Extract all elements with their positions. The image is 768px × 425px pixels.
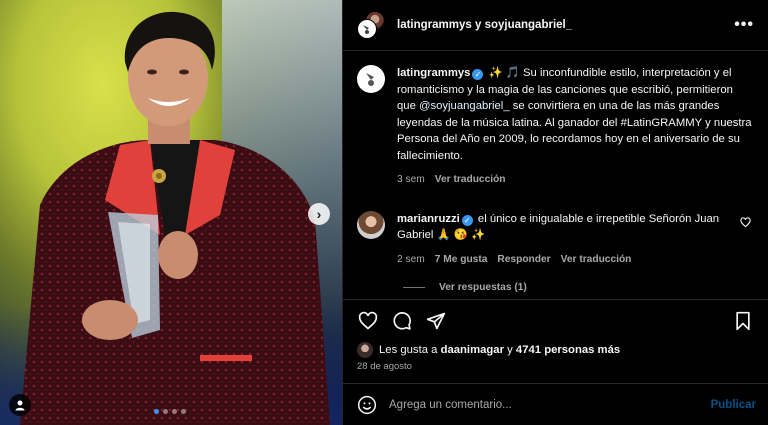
carousel-dot (163, 409, 168, 414)
carousel-dot (154, 409, 159, 414)
see-translation-link[interactable]: Ver traducción (561, 252, 632, 269)
next-slide-button[interactable]: › (308, 203, 330, 225)
avatar[interactable] (357, 210, 385, 239)
carousel-indicators (154, 409, 186, 414)
bookmark-icon (736, 311, 750, 330)
comment-icon (393, 311, 411, 330)
share-button[interactable] (425, 310, 447, 332)
smiley-icon (357, 395, 377, 414)
post-date[interactable]: 28 de agosto (343, 359, 768, 383)
collab-avatars[interactable] (357, 11, 385, 39)
comment-like-count[interactable]: 7 Me gusta (435, 252, 488, 269)
heart-icon (358, 311, 378, 330)
tagged-users-button[interactable] (9, 394, 31, 416)
post-photo[interactable]: › (0, 0, 342, 425)
like-comment-button[interactable] (740, 211, 754, 269)
comment-composer: Publicar (343, 383, 768, 425)
gramophone-icon (363, 25, 369, 34)
reply-button[interactable]: Responder (497, 252, 550, 269)
comment-item: marianruzzi ✓ el único e inigualable e ir… (357, 210, 754, 269)
post-side-panel: latingrammys y soyjuangabriel_ ••• latin… (342, 0, 768, 425)
verified-badge-icon: ✓ (461, 214, 473, 226)
caption-timestamp[interactable]: 3 sem (397, 172, 425, 189)
comments-section: latingrammys ✓ ✨ 🎵 Su inconfundible estil… (343, 51, 768, 299)
paper-plane-icon (426, 312, 446, 329)
likes-count-link[interactable]: 4741 personas más (516, 344, 620, 356)
avatar (357, 19, 377, 39)
post-header: latingrammys y soyjuangabriel_ ••• (343, 0, 768, 51)
post-caption: latingrammys ✓ ✨ 🎵 Su inconfundible estil… (357, 65, 754, 189)
comment-button[interactable] (391, 310, 413, 332)
likes-summary: Les gusta a daanimagar y 4741 personas m… (343, 341, 768, 359)
post-actions-bar (343, 299, 768, 341)
heart-icon (740, 216, 751, 227)
emoji-button[interactable] (355, 393, 379, 417)
comment-timestamp[interactable]: 2 sem (397, 252, 425, 269)
post-authors[interactable]: latingrammys y soyjuangabriel_ (397, 19, 734, 31)
divider (403, 287, 425, 288)
mention-link[interactable]: @soyjuangabriel_ (419, 100, 510, 112)
verified-badge-icon: ✓ (472, 69, 484, 80)
view-replies-label: Ver respuestas (1) (439, 282, 527, 293)
liker-username[interactable]: daanimagar (441, 344, 504, 356)
likes-prefix: Les gusta a (379, 344, 438, 356)
carousel-dot (181, 409, 186, 414)
avatar[interactable] (357, 65, 385, 93)
view-replies-button[interactable]: Ver respuestas (1) (403, 282, 754, 293)
more-options-button[interactable]: ••• (734, 16, 754, 34)
comment-username[interactable]: marianruzzi (397, 213, 460, 225)
save-button[interactable] (732, 310, 754, 332)
juan-gabriel-photo (20, 11, 330, 425)
see-translation-link[interactable]: Ver traducción (435, 172, 506, 189)
user-icon (15, 400, 25, 411)
likes-middle: y (507, 344, 513, 356)
gramophone-icon (366, 73, 374, 86)
caption-username[interactable]: latingrammys (397, 67, 470, 79)
like-button[interactable] (357, 310, 379, 332)
comment-input[interactable] (389, 398, 711, 411)
instagram-post-view: › latingrammys y soyjuangabriel_ ••• lat… (0, 0, 768, 425)
carousel-dot (172, 409, 177, 414)
avatar[interactable] (357, 342, 373, 358)
publish-button[interactable]: Publicar (711, 399, 756, 411)
